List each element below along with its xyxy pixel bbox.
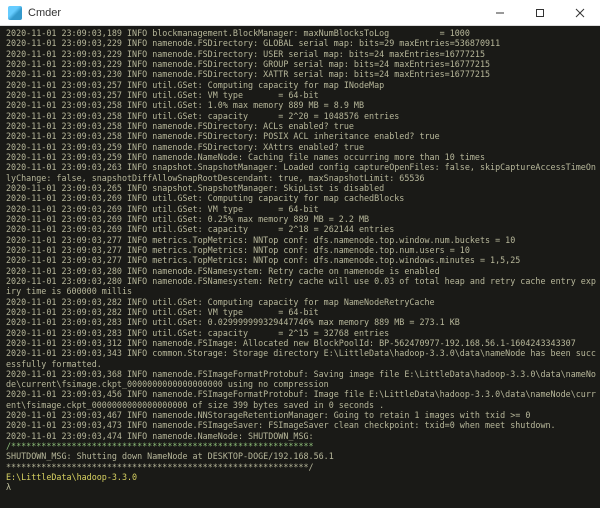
log-line: 2020-11-01 23:09:03,467 INFO namenode.NN…	[6, 410, 598, 420]
log-line: /***************************************…	[6, 441, 598, 451]
prompt-lambda[interactable]: λ	[6, 482, 598, 492]
log-line: 2020-11-01 23:09:03,257 INFO util.GSet: …	[6, 90, 598, 100]
log-line: 2020-11-01 23:09:03,280 INFO namenode.FS…	[6, 276, 598, 297]
maximize-button[interactable]	[520, 0, 560, 26]
log-line: 2020-11-01 23:09:03,283 INFO util.GSet: …	[6, 317, 598, 327]
log-line: 2020-11-01 23:09:03,257 INFO util.GSet: …	[6, 80, 598, 90]
log-line: 2020-11-01 23:09:03,269 INFO util.GSet: …	[6, 204, 598, 214]
log-line: 2020-11-01 23:09:03,189 INFO blockmanage…	[6, 28, 598, 38]
log-line: 2020-11-01 23:09:03,277 INFO metrics.Top…	[6, 245, 598, 255]
log-line: 2020-11-01 23:09:03,229 INFO namenode.FS…	[6, 59, 598, 69]
log-line: 2020-11-01 23:09:03,258 INFO util.GSet: …	[6, 100, 598, 110]
log-line: 2020-11-01 23:09:03,259 INFO namenode.Na…	[6, 152, 598, 162]
log-line: 2020-11-01 23:09:03,269 INFO util.GSet: …	[6, 193, 598, 203]
log-line: 2020-11-01 23:09:03,474 INFO namenode.Na…	[6, 431, 598, 441]
minimize-button[interactable]	[480, 0, 520, 26]
prompt-line[interactable]: E:\LittleData\hadoop-3.3.0	[6, 472, 598, 482]
terminal-output[interactable]: 2020-11-01 23:09:03,189 INFO blockmanage…	[0, 26, 600, 508]
close-icon	[575, 8, 585, 18]
log-line: SHUTDOWN_MSG: Shutting down NameNode at …	[6, 451, 598, 461]
log-line: 2020-11-01 23:09:03,230 INFO namenode.FS…	[6, 69, 598, 79]
log-line: 2020-11-01 23:09:03,277 INFO metrics.Top…	[6, 235, 598, 245]
titlebar: Cmder	[0, 0, 600, 26]
log-line: 2020-11-01 23:09:03,269 INFO util.GSet: …	[6, 214, 598, 224]
log-line: 2020-11-01 23:09:03,263 INFO snapshot.Sn…	[6, 162, 598, 183]
log-line: 2020-11-01 23:09:03,269 INFO util.GSet: …	[6, 224, 598, 234]
log-line: 2020-11-01 23:09:03,277 INFO metrics.Top…	[6, 255, 598, 265]
log-line: 2020-11-01 23:09:03,229 INFO namenode.FS…	[6, 38, 598, 48]
log-line: 2020-11-01 23:09:03,258 INFO util.GSet: …	[6, 111, 598, 121]
log-line: 2020-11-01 23:09:03,283 INFO util.GSet: …	[6, 328, 598, 338]
close-button[interactable]	[560, 0, 600, 26]
log-line: 2020-11-01 23:09:03,259 INFO namenode.FS…	[6, 142, 598, 152]
log-line: 2020-11-01 23:09:03,343 INFO common.Stor…	[6, 348, 598, 369]
log-line: 2020-11-01 23:09:03,229 INFO namenode.FS…	[6, 49, 598, 59]
log-line: 2020-11-01 23:09:03,312 INFO namenode.FS…	[6, 338, 598, 348]
log-line: ****************************************…	[6, 462, 598, 472]
log-line: 2020-11-01 23:09:03,282 INFO util.GSet: …	[6, 307, 598, 317]
app-icon	[8, 6, 22, 20]
log-line: 2020-11-01 23:09:03,282 INFO util.GSet: …	[6, 297, 598, 307]
log-line: 2020-11-01 23:09:03,368 INFO namenode.FS…	[6, 369, 598, 390]
log-line: 2020-11-01 23:09:03,473 INFO namenode.FS…	[6, 420, 598, 430]
log-line: 2020-11-01 23:09:03,280 INFO namenode.FS…	[6, 266, 598, 276]
prompt-path: E:\LittleData\hadoop-3.3.0	[6, 472, 137, 482]
log-line: 2020-11-01 23:09:03,258 INFO namenode.FS…	[6, 131, 598, 141]
log-line: 2020-11-01 23:09:03,258 INFO namenode.FS…	[6, 121, 598, 131]
minimize-icon	[495, 8, 505, 18]
log-line: 2020-11-01 23:09:03,456 INFO namenode.FS…	[6, 389, 598, 410]
window-title: Cmder	[28, 7, 61, 19]
log-line: 2020-11-01 23:09:03,265 INFO snapshot.Sn…	[6, 183, 598, 193]
maximize-icon	[535, 8, 545, 18]
